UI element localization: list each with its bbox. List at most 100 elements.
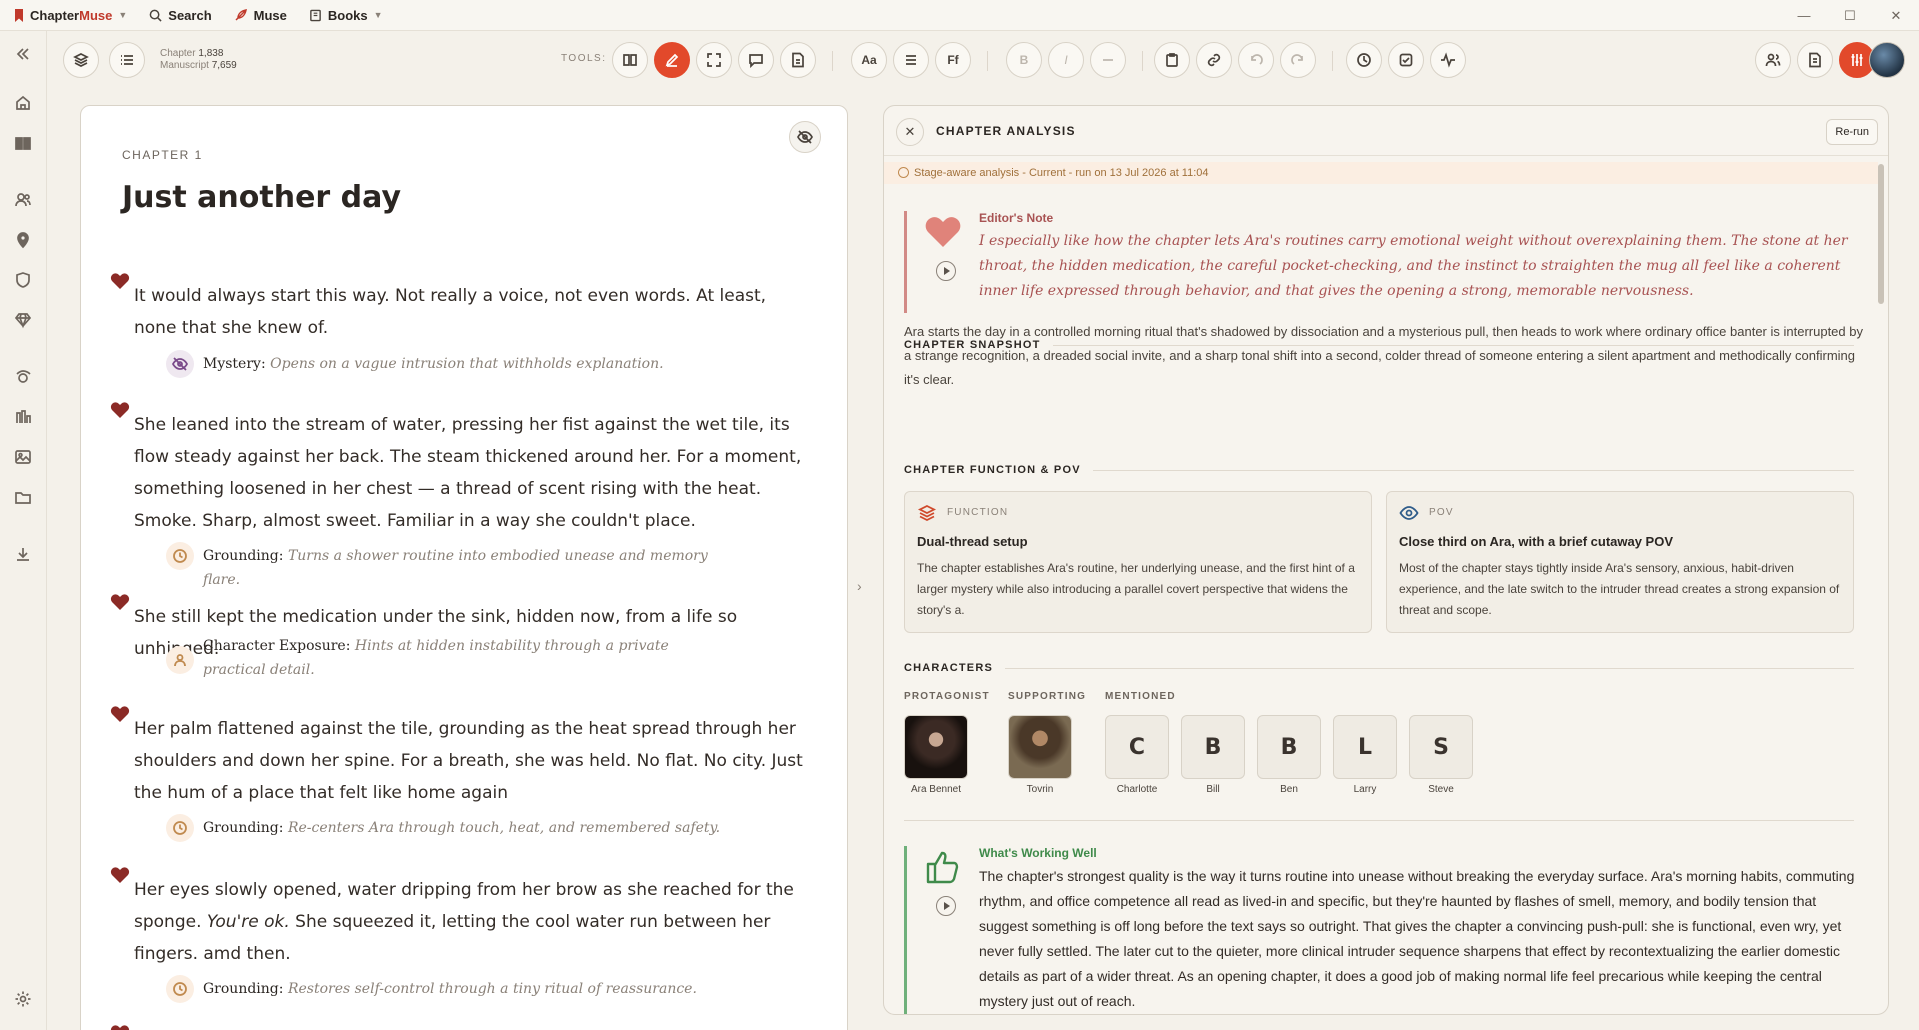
- pulse-button[interactable]: [1430, 42, 1466, 78]
- outline-button[interactable]: [109, 42, 145, 78]
- divider-insert-button[interactable]: [1090, 42, 1126, 78]
- character-mentioned[interactable]: B Ben: [1257, 715, 1321, 795]
- rerun-button[interactable]: Re-run: [1826, 119, 1878, 145]
- character-mentioned[interactable]: C Charlotte: [1105, 715, 1169, 795]
- undo-icon: [1251, 54, 1263, 65]
- minimize-icon[interactable]: —: [1781, 0, 1827, 31]
- character-portrait: [904, 715, 968, 779]
- redo-icon: [1291, 54, 1303, 65]
- clipboard-button[interactable]: [1154, 42, 1190, 78]
- characters-icon[interactable]: [12, 189, 34, 211]
- read-mode-button[interactable]: [612, 42, 648, 78]
- align-button[interactable]: [893, 42, 929, 78]
- scrollbar-thumb[interactable]: [1878, 164, 1884, 304]
- shield-icon[interactable]: [12, 269, 34, 291]
- books-icon[interactable]: [12, 132, 34, 154]
- search-label: Search: [168, 7, 212, 23]
- panel-title: CHAPTER ANALYSIS: [936, 124, 1076, 138]
- manuscript-count-value: 7,659: [211, 60, 237, 71]
- editors-note: Editor's Note I especially like how the …: [904, 211, 1854, 313]
- heart-icon[interactable]: [110, 705, 130, 725]
- gem-icon[interactable]: [12, 309, 34, 331]
- close-window-icon[interactable]: ✕: [1873, 0, 1919, 31]
- play-audio-button[interactable]: [936, 261, 956, 281]
- user-avatar[interactable]: [1869, 42, 1905, 78]
- hide-notes-button[interactable]: [789, 121, 821, 153]
- download-icon[interactable]: [12, 543, 34, 565]
- open-book-icon: [623, 54, 637, 66]
- paragraph[interactable]: She leaned into the stream of water, pre…: [134, 409, 804, 537]
- close-icon: ✕: [904, 124, 916, 139]
- layers-button[interactable]: [63, 42, 99, 78]
- history-button[interactable]: [1346, 42, 1382, 78]
- character-mentioned[interactable]: S Steve: [1409, 715, 1473, 795]
- home-icon[interactable]: [12, 92, 34, 114]
- checklist-button[interactable]: [1388, 42, 1424, 78]
- character-initial: S: [1409, 715, 1473, 779]
- heart-icon[interactable]: [110, 593, 130, 613]
- image-icon[interactable]: [12, 446, 34, 468]
- stage-text: Stage-aware analysis - Current - run on …: [914, 167, 1209, 179]
- maximize-icon[interactable]: ☐: [1827, 0, 1873, 31]
- eye-icon: [1399, 506, 1419, 520]
- comment-button[interactable]: [738, 42, 774, 78]
- word-counts: Chapter 1,838 Manuscript 7,659: [160, 48, 237, 72]
- heart-icon[interactable]: [110, 1024, 130, 1030]
- book-icon: [310, 9, 321, 21]
- toolbar-divider: [987, 51, 988, 71]
- heart-icon[interactable]: [110, 401, 130, 421]
- font-button[interactable]: Aa: [851, 42, 887, 78]
- toolbar-divider: [832, 51, 833, 71]
- protagonist-label: PROTAGONIST: [904, 691, 990, 702]
- chevron-down-icon: ▼: [373, 10, 383, 20]
- chevron-right-icon[interactable]: ›: [857, 578, 862, 594]
- play-audio-button[interactable]: [936, 896, 956, 916]
- undo-button[interactable]: [1238, 42, 1274, 78]
- working-well-text: The chapter's strongest quality is the w…: [979, 868, 1855, 1009]
- folder-icon[interactable]: [12, 486, 34, 508]
- document-button[interactable]: [780, 42, 816, 78]
- books-menu[interactable]: Books ▼: [309, 8, 383, 23]
- character-mentioned[interactable]: L Larry: [1333, 715, 1397, 795]
- location-pin-icon[interactable]: [12, 229, 34, 251]
- file-text-icon: [1809, 52, 1821, 68]
- font-family-button[interactable]: Ff: [935, 42, 971, 78]
- note-text: Re-centers Ara through touch, heat, and …: [287, 820, 721, 836]
- manuscript-editor[interactable]: CHAPTER 1 Just another day It would alwa…: [80, 105, 848, 1030]
- characters-heading: CHARACTERS: [904, 662, 1854, 674]
- settings-gear-icon[interactable]: [12, 988, 34, 1010]
- bold-button[interactable]: B: [1006, 42, 1042, 78]
- focus-mode-button[interactable]: [696, 42, 732, 78]
- italic-button[interactable]: I: [1048, 42, 1084, 78]
- character-mentioned[interactable]: B Bill: [1181, 715, 1245, 795]
- heart-icon[interactable]: [110, 272, 130, 292]
- pov-text: Most of the chapter stays tightly inside…: [1399, 561, 1840, 617]
- character-protagonist[interactable]: Ara Bennet: [904, 715, 968, 795]
- chapter-title[interactable]: Just another day: [122, 180, 401, 215]
- layers-icon: [917, 504, 937, 522]
- collaborators-button[interactable]: [1755, 42, 1791, 78]
- app-switcher[interactable]: ChapterMuse ▼: [14, 8, 127, 23]
- paragraph[interactable]: It would always start this way. Not real…: [134, 280, 804, 344]
- link-button[interactable]: [1196, 42, 1232, 78]
- function-text: The chapter establishes Ara's routine, h…: [917, 561, 1355, 617]
- notes-button[interactable]: [1797, 42, 1833, 78]
- timeline-icon[interactable]: [12, 366, 34, 388]
- paragraph-note: Grounding: Re-centers Ara through touch,…: [203, 816, 743, 840]
- write-mode-button[interactable]: [654, 42, 690, 78]
- redo-button[interactable]: [1280, 42, 1316, 78]
- heart-icon[interactable]: [110, 866, 130, 886]
- character-supporting[interactable]: Tovrin: [1008, 715, 1072, 795]
- clipboard-icon: [1166, 53, 1178, 67]
- grounding-clock-icon: [166, 542, 194, 570]
- document-icon: [792, 52, 804, 68]
- close-panel-button[interactable]: ✕: [896, 118, 924, 146]
- paragraph[interactable]: Her palm flattened against the tile, gro…: [134, 713, 804, 809]
- muse-menu[interactable]: Muse: [234, 8, 287, 23]
- chevron-down-icon: ▼: [118, 10, 128, 20]
- pov-title: Close third on Ara, with a brief cutaway…: [1399, 534, 1674, 549]
- collapse-sidebar-icon[interactable]: [12, 43, 34, 65]
- paragraph[interactable]: Her eyes slowly opened, water dripping f…: [134, 874, 804, 970]
- stats-icon[interactable]: [12, 406, 34, 428]
- search-menu[interactable]: Search: [149, 7, 212, 23]
